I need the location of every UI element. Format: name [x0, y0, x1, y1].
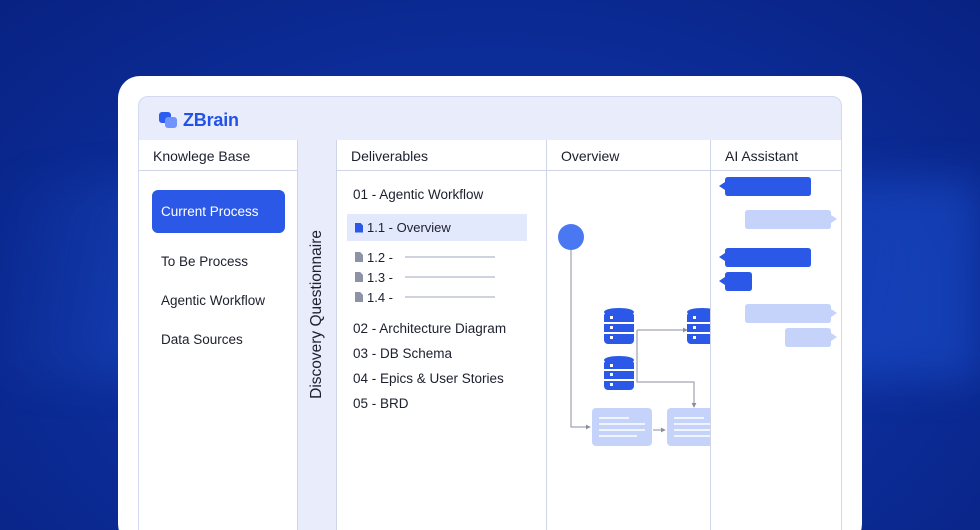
deliverable-item-1-4[interactable]: 1.4 -: [355, 287, 546, 307]
deliverable-item-label: 1.4 -: [367, 289, 394, 305]
overview-title: Overview: [547, 140, 710, 171]
discovery-questionnaire-label: Discovery Questionnaire: [308, 230, 325, 399]
deliverable-item-label: 1.2 -: [367, 249, 394, 265]
chat-bubble-assistant: [719, 272, 752, 291]
brand: ZBrain: [159, 109, 239, 131]
document-icon: [355, 272, 363, 282]
deliverable-item-1-2[interactable]: 1.2 -: [355, 247, 546, 267]
knowledge-base-panel: Knowlege Base Current Process To Be Proc…: [139, 140, 297, 530]
database-icon: [687, 308, 711, 344]
start-node: [558, 224, 584, 250]
workflow-diagram: [558, 224, 711, 446]
chat-bubble-user: [785, 328, 837, 347]
deliverable-item-label: 1.1 - Overview: [367, 220, 451, 235]
discovery-questionnaire-tab[interactable]: Discovery Questionnaire: [297, 140, 336, 530]
deliverable-section-db-schema[interactable]: 03 - DB Schema: [353, 346, 546, 371]
chat-thread: [719, 177, 837, 347]
database-icon: [604, 308, 634, 344]
zbrain-logo-icon: [159, 112, 177, 128]
chat-bubble-user: [745, 210, 837, 229]
chat-bubble-user: [745, 304, 837, 323]
document-icon: [355, 292, 363, 302]
deliverable-item-1-3[interactable]: 1.3 -: [355, 267, 546, 287]
database-icon: [604, 356, 634, 390]
placeholder-line: [405, 276, 496, 278]
placeholder-line: [405, 256, 496, 258]
process-card: [667, 408, 711, 446]
ai-assistant-title: AI Assistant: [711, 140, 841, 171]
document-icon: [355, 222, 363, 233]
kb-item-current-process[interactable]: Current Process: [152, 190, 285, 233]
brand-name: ZBrain: [183, 109, 239, 130]
ai-assistant-panel: AI Assistant: [710, 140, 841, 530]
knowledge-base-list: Current Process To Be Process Agentic Wo…: [139, 171, 297, 358]
knowledge-base-title: Knowlege Base: [139, 140, 297, 171]
kb-item-to-be-process[interactable]: To Be Process: [152, 242, 285, 280]
deliverable-section-architecture[interactable]: 02 - Architecture Diagram: [353, 321, 546, 346]
overview-panel: Overview: [546, 140, 711, 530]
deliverable-item-label: 1.3 -: [367, 269, 394, 285]
deliverable-item-overview[interactable]: 1.1 - Overview: [347, 214, 527, 241]
app-window: ZBrain Knowlege Base Current Process To …: [138, 96, 842, 530]
chat-bubble-assistant: [719, 177, 811, 196]
process-card: [592, 408, 652, 446]
kb-item-agentic-workflow[interactable]: Agentic Workflow: [152, 281, 285, 319]
deliverables-panel: Deliverables 01 - Agentic Workflow 1.1 -…: [336, 140, 546, 530]
deliverable-section-epics[interactable]: 04 - Epics & User Stories: [353, 371, 546, 396]
document-icon: [355, 252, 363, 262]
chat-bubble-assistant: [719, 248, 811, 267]
deliverable-section-agentic-workflow[interactable]: 01 - Agentic Workflow: [353, 187, 546, 212]
deliverables-title: Deliverables: [337, 140, 546, 171]
deliverable-section-brd[interactable]: 05 - BRD: [353, 396, 546, 421]
placeholder-line: [405, 296, 496, 298]
kb-item-data-sources[interactable]: Data Sources: [152, 320, 285, 358]
